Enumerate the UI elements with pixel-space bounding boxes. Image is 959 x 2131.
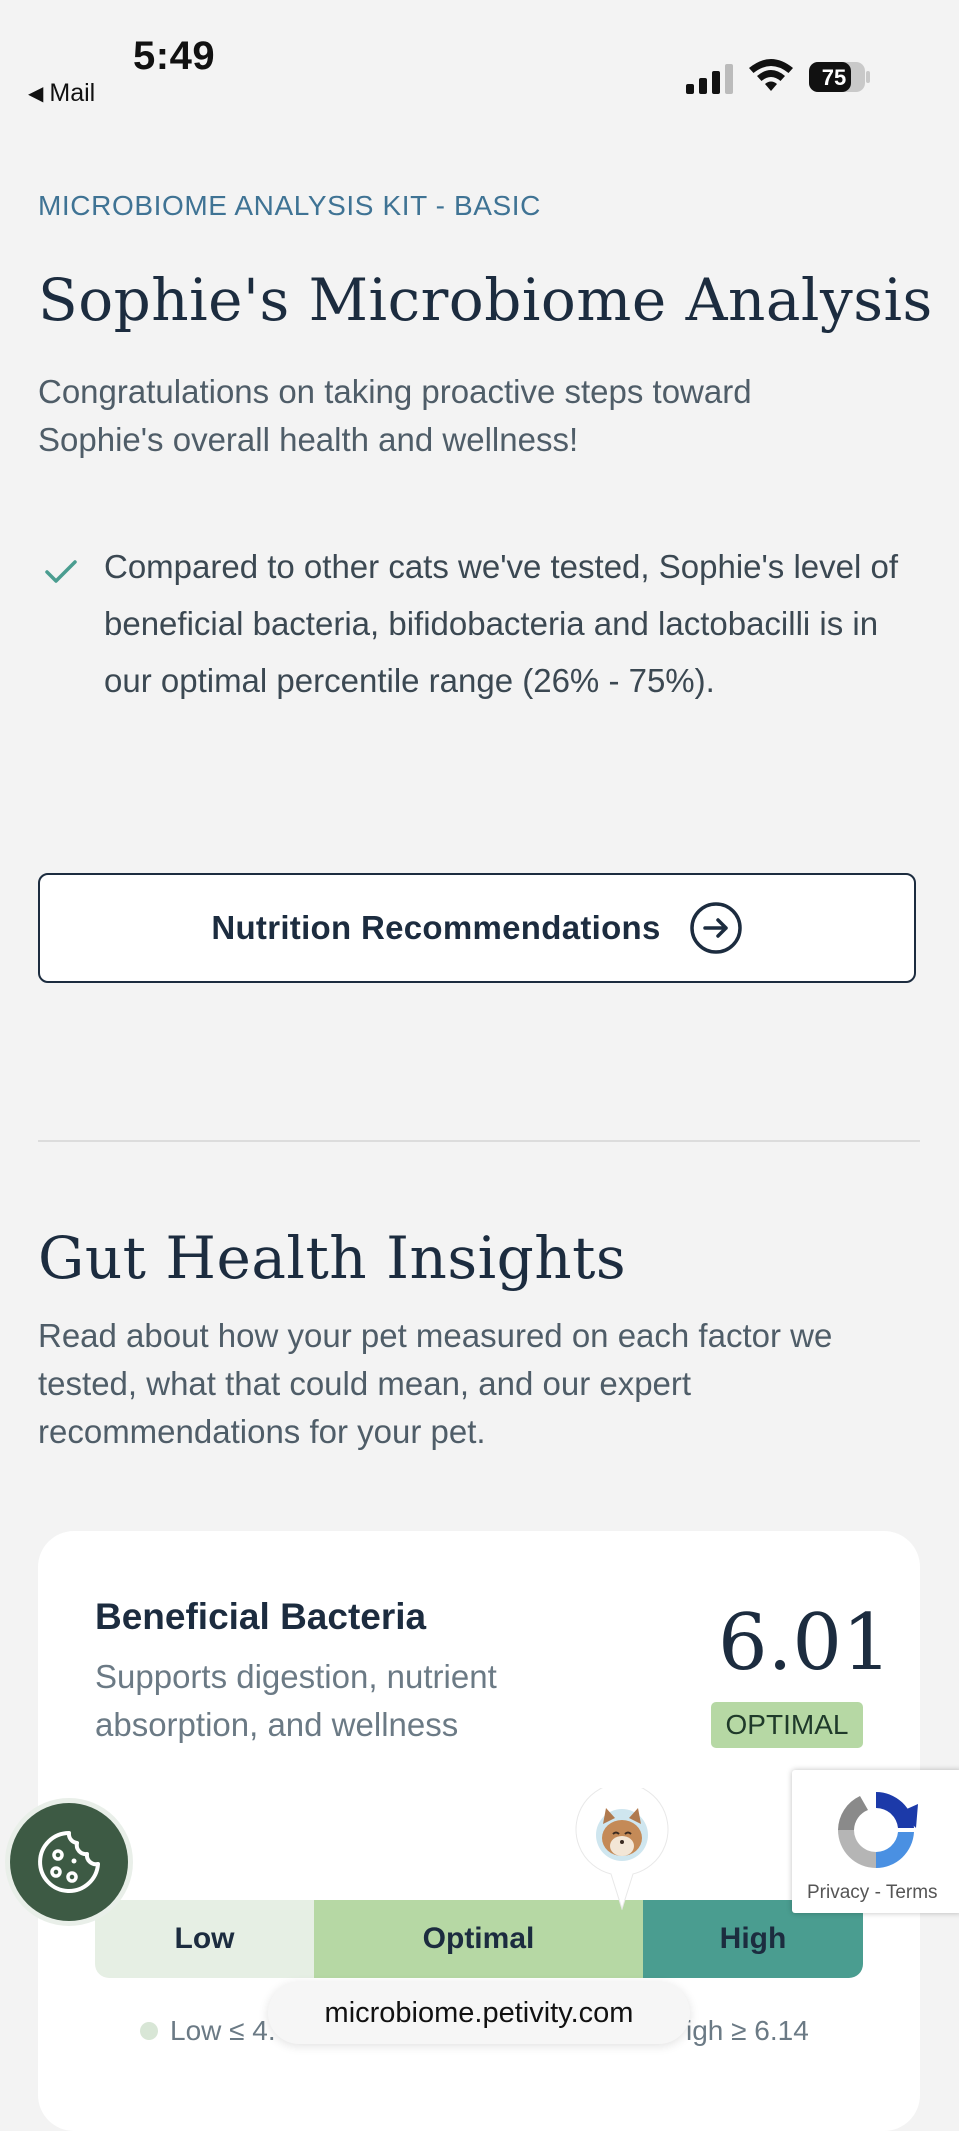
kit-label: MICROBIOME ANALYSIS KIT - BASIC [38,190,542,221]
legend-high-text: igh ≥ 6.14 [686,2015,809,2046]
scale-low-segment: Low [95,1900,314,1978]
section-divider [38,1140,920,1142]
wifi-icon [749,59,793,91]
recaptcha-badge[interactable]: Privacy - Terms [792,1770,959,1913]
legend-low-dot [140,2022,158,2040]
back-label: Mail [49,79,96,107]
legend-low: Low ≤ 4. [140,2015,276,2047]
beneficial-bacteria-title: Beneficial Bacteria [95,1596,427,1637]
highlight-text: Compared to other cats we've tested, Sop… [104,548,899,699]
beneficial-bacteria-description: Supports digestion, nutrient absorption,… [95,1658,497,1743]
page-subtitle: Congratulations on taking proactive step… [38,373,752,458]
scale-optimal-segment: Optimal [314,1900,643,1978]
recaptcha-icon [838,1792,918,1868]
address-bar[interactable]: microbiome.petivity.com [268,1982,690,2044]
beneficial-bacteria-value: 6.01 [718,1598,892,1688]
range-scale: Low Optimal High [95,1900,863,1978]
status-badge: OPTIMAL [711,1702,863,1748]
nutrition-recommendations-button[interactable]: Nutrition Recommendations [38,873,916,983]
back-to-mail-button[interactable]: ◀ Mail [28,79,95,108]
arrow-right-circle-icon [689,902,742,954]
page-title: Sophie's Microbiome Analysis [38,266,933,334]
gut-health-description: Read about how your pet measured on each… [38,1317,833,1450]
back-triangle-icon: ◀ [28,83,44,105]
nutrition-recommendations-label: Nutrition Recommendations [211,909,661,946]
check-icon [45,560,77,583]
recaptcha-terms[interactable]: Privacy - Terms [807,1882,938,1904]
battery-icon: 75 [809,62,870,92]
cookie-settings-button[interactable] [10,1803,128,1921]
pet-marker-icon [575,1788,669,1910]
gut-health-title: Gut Health Insights [38,1224,627,1292]
cookie-icon [38,1831,100,1893]
battery-level: 75 [822,65,846,90]
status-time: 5:49 [133,34,216,78]
cellular-signal-icon [686,64,733,94]
legend-low-text: Low ≤ 4. [170,2015,276,2046]
